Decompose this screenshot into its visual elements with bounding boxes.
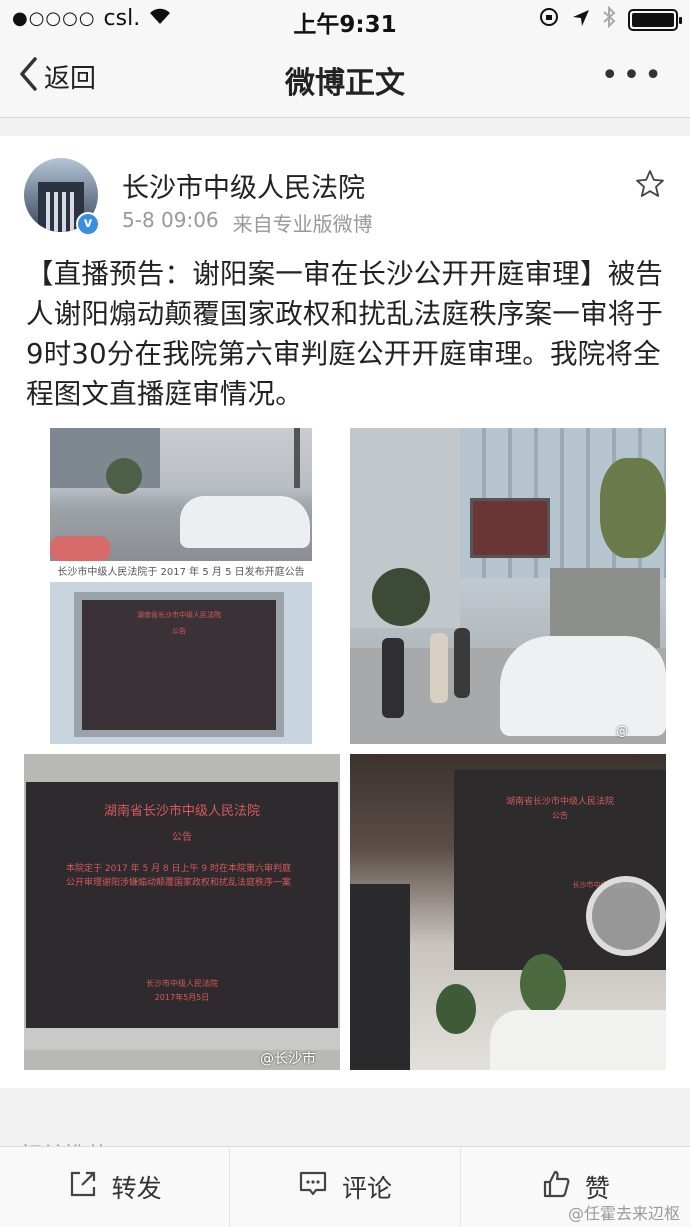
- like-icon: [541, 1169, 571, 1205]
- comment-icon: [298, 1169, 328, 1205]
- screen-bottom-bar: [24, 1028, 340, 1050]
- screen-date: 2017年5月5日: [154, 993, 210, 1002]
- post-meta: 5-8 09:06 来自专业版微博: [122, 208, 373, 237]
- screen-subheading: 公告: [172, 832, 192, 843]
- screen-heading: 湖南省长沙市中级人民法院: [103, 804, 260, 819]
- assistive-touch-button[interactable]: [586, 876, 666, 956]
- bottom-watermark: @任霍去来辺枢: [567, 1204, 680, 1223]
- led-screen: 湖南省长沙市中级人民法院 公告 本院定于 2017 年 5 月 8 日上午 9 …: [26, 782, 338, 1028]
- image-outdoor-screen: [470, 498, 550, 558]
- post-card: v 长沙市中级人民法院 5-8 09:06 来自专业版微博 【直播预告：谢阳案一…: [0, 136, 690, 1088]
- repost-icon: [68, 1169, 98, 1205]
- status-bar: ●○○○○ csl. 上午9:31: [0, 0, 690, 38]
- screen-subheading: 公告: [552, 811, 568, 820]
- lock-rotation-icon: [538, 6, 560, 34]
- author-name[interactable]: 长沙市中级人民法院: [122, 166, 365, 205]
- post-timestamp: 5-8 09:06: [122, 208, 219, 232]
- image-car: [500, 636, 666, 736]
- bluetooth-icon: [602, 5, 616, 34]
- status-right: [538, 5, 682, 34]
- image-building: [50, 428, 160, 488]
- verified-badge: v: [76, 212, 100, 236]
- image-person: [382, 638, 404, 718]
- nav-bar: 返回 微博正文 •••: [0, 38, 690, 118]
- screen-heading: 湖南省长沙市中级人民法院: [137, 611, 221, 619]
- screen-body: 本院定于 2017 年 5 月 8 日上午 9 时在本院第六审判庭公开审理谢阳涉…: [66, 864, 292, 888]
- comment-button[interactable]: 评论: [230, 1147, 461, 1227]
- page-title: 微博正文: [285, 66, 405, 101]
- battery-icon: [628, 9, 682, 31]
- comment-label: 评论: [341, 1174, 392, 1203]
- changsha-watermark: @长沙市: [260, 1051, 316, 1067]
- screen-footer: 长沙市中级人民法院: [146, 979, 218, 988]
- weibo-watermark: @: [616, 724, 628, 738]
- image-red-car: [50, 536, 110, 561]
- led-screen: 湖南省长沙市中级人民法院 公告: [82, 600, 276, 730]
- post-image-2[interactable]: 湖南省长沙市中级人民法院 公告: [50, 582, 312, 744]
- image-person: [454, 628, 470, 698]
- post-source: 来自专业版微博: [232, 212, 373, 236]
- star-icon[interactable]: [634, 168, 666, 204]
- image-door: [350, 884, 410, 1070]
- image-car: [180, 496, 310, 548]
- image-desk: [490, 1010, 666, 1070]
- post-image-4[interactable]: 湖南省长沙市中级人民法院 公告 本院定于 2017 年 5 月 8 日上午 9 …: [24, 754, 340, 1070]
- more-button[interactable]: •••: [601, 58, 666, 93]
- image-person: [430, 633, 448, 703]
- location-icon: [572, 8, 590, 33]
- image-1-caption: 长沙市中级人民法院于 2017 年 5 月 5 日发布开庭公告: [50, 563, 312, 579]
- screen-subheading: 公告: [172, 627, 186, 635]
- repost-button[interactable]: 转发: [0, 1147, 231, 1227]
- image-plant: [520, 954, 566, 1014]
- post-text: 【直播预告：谢阳案一审在长沙公开开庭审理】被告人谢阳煽动颠覆国家政权和扰乱法庭秩…: [26, 258, 664, 410]
- post-image-3[interactable]: @: [350, 428, 666, 744]
- image-tree: [106, 458, 142, 494]
- post-image-1[interactable]: [50, 428, 312, 561]
- post-image-5[interactable]: 湖南省长沙市中级人民法院 公告 长沙市中级人民法院: [350, 754, 666, 1070]
- image-shrub: [372, 568, 430, 626]
- image-pole: [294, 428, 300, 488]
- image-plant: [436, 984, 476, 1034]
- repost-label: 转发: [111, 1174, 162, 1203]
- image-tree: [600, 458, 666, 558]
- screen-heading: 湖南省长沙市中级人民法院: [505, 797, 614, 807]
